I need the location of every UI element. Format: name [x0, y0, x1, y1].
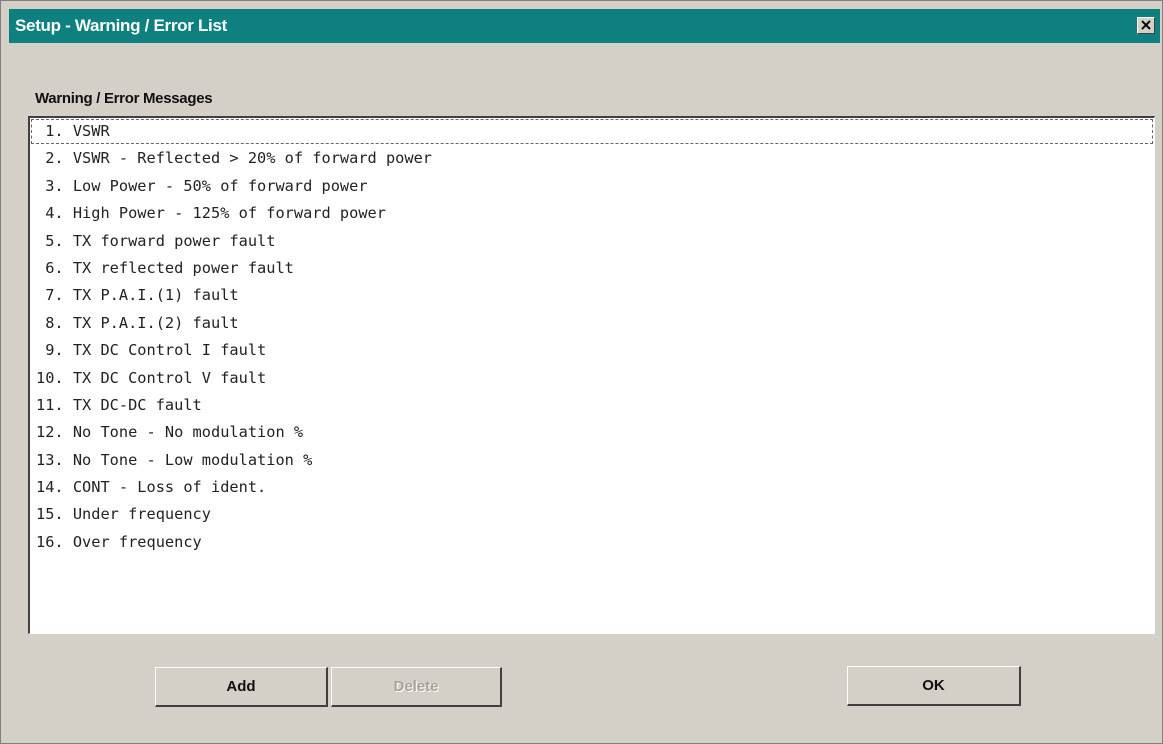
warning-error-list-dialog: Setup - Warning / Error List Warning / E… [0, 0, 1163, 744]
list-item[interactable]: 8. TX P.A.I.(2) fault [30, 310, 1154, 337]
list-item[interactable]: 14. CONT - Loss of ident. [30, 474, 1154, 501]
list-item[interactable]: 5. TX forward power fault [30, 228, 1154, 255]
messages-group-label: Warning / Error Messages [35, 90, 213, 107]
list-item[interactable]: 4. High Power - 125% of forward power [30, 200, 1154, 227]
window-title: Setup - Warning / Error List [15, 16, 227, 35]
ok-button[interactable]: OK [847, 666, 1021, 706]
delete-button: Delete [331, 667, 502, 707]
list-item[interactable]: 7. TX P.A.I.(1) fault [30, 282, 1154, 309]
list-item[interactable]: 9. TX DC Control I fault [30, 337, 1154, 364]
title-bar[interactable]: Setup - Warning / Error List [9, 9, 1160, 43]
list-item[interactable]: 1. VSWR [30, 118, 1154, 145]
add-button[interactable]: Add [155, 667, 328, 707]
close-button[interactable] [1137, 17, 1155, 34]
list-item[interactable]: 6. TX reflected power fault [30, 255, 1154, 282]
list-item[interactable]: 11. TX DC-DC fault [30, 392, 1154, 419]
list-item[interactable]: 10. TX DC Control V fault [30, 365, 1154, 392]
list-item[interactable]: 12. No Tone - No modulation % [30, 419, 1154, 446]
list-item[interactable]: 2. VSWR - Reflected > 20% of forward pow… [30, 145, 1154, 172]
messages-listbox[interactable]: 1. VSWR 2. VSWR - Reflected > 20% of for… [28, 116, 1155, 634]
list-item[interactable]: 13. No Tone - Low modulation % [30, 447, 1154, 474]
list-item[interactable]: 16. Over frequency [30, 529, 1154, 556]
list-item[interactable]: 3. Low Power - 50% of forward power [30, 173, 1154, 200]
close-icon [1138, 18, 1154, 33]
list-item[interactable]: 15. Under frequency [30, 501, 1154, 528]
